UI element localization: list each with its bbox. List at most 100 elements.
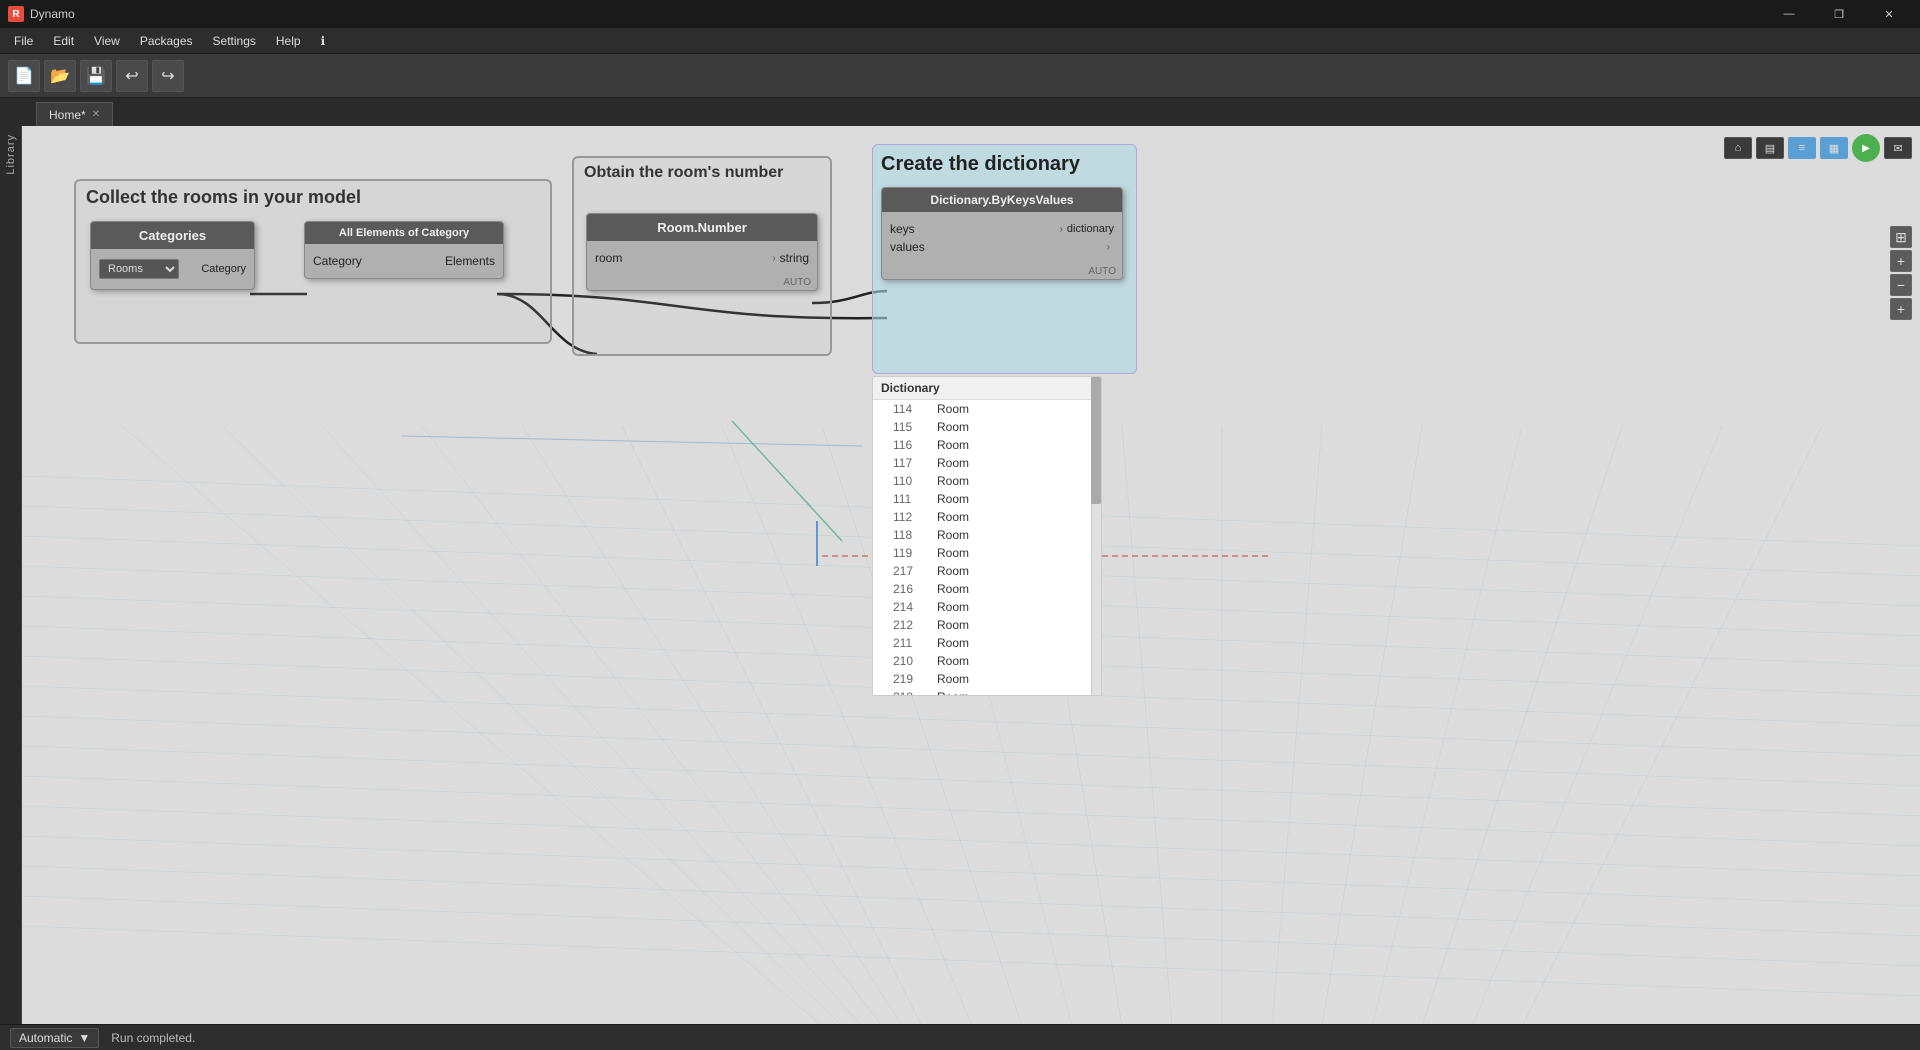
dict-row: 117Room <box>873 454 1101 472</box>
scrollbar-track[interactable] <box>1091 377 1101 695</box>
room-number-header: Room.Number <box>587 214 817 241</box>
window-controls: — ❐ ✕ <box>1766 0 1912 28</box>
run-mode-label: Automatic <box>19 1031 72 1045</box>
app-icon: R <box>8 6 24 22</box>
dict-value: Room <box>937 564 969 578</box>
dict-rows: 114Room115Room116Room117Room110Room111Ro… <box>873 400 1101 696</box>
run-mode-arrow: ▼ <box>78 1031 90 1045</box>
run-button[interactable]: ▶ <box>1852 134 1880 162</box>
room-number-body: room › string <box>587 241 817 275</box>
string-output-label: string <box>780 251 809 265</box>
minimize-button[interactable]: — <box>1766 0 1812 28</box>
dict-key: 110 <box>893 474 929 488</box>
zoom-fit-button[interactable]: ⊞ <box>1890 226 1912 248</box>
zoom-out-button[interactable]: − <box>1890 274 1912 296</box>
zoom-controls: ⊞ + − + <box>1890 226 1912 320</box>
categories-node[interactable]: Categories Rooms Category <box>90 221 255 290</box>
dict-row: 115 Room <box>873 418 1101 436</box>
rooms-dropdown[interactable]: Rooms <box>99 259 179 279</box>
dict-row: 211Room <box>873 634 1101 652</box>
dict-value: Room <box>937 546 969 560</box>
titlebar: R Dynamo — ❐ ✕ <box>0 0 1920 28</box>
obtain-group: Obtain the room's number Room.Number roo… <box>572 156 832 356</box>
all-elements-node[interactable]: All Elements of Category Category Elemen… <box>304 221 504 279</box>
menu-item-help[interactable]: Help <box>266 28 311 54</box>
dict-row: 217 Room <box>873 562 1101 580</box>
dict-value: Room <box>937 402 969 416</box>
zoom-in-button[interactable]: + <box>1890 250 1912 272</box>
dict-key: 119 <box>893 546 929 560</box>
menu-item-edit[interactable]: Edit <box>43 28 84 54</box>
room-number-footer: AUTO <box>587 275 817 290</box>
room-input-label: room <box>595 251 768 265</box>
categories-node-body: Rooms Category <box>91 249 254 289</box>
keys-port-row: keys › dictionary <box>890 222 1114 236</box>
dict-key: 116 <box>893 438 929 452</box>
dict-value: Room <box>937 690 969 696</box>
dict-key: 115 <box>893 420 929 434</box>
dict-bykeys-footer: AUTO <box>882 264 1122 279</box>
canvas-tool-1[interactable]: ⌂ <box>1724 137 1752 159</box>
dict-row: 112Room <box>873 508 1101 526</box>
tabbar: Home* ✕ <box>0 98 1920 126</box>
room-number-node[interactable]: Room.Number room › string AUTO <box>586 213 818 291</box>
close-button[interactable]: ✕ <box>1866 0 1912 28</box>
dict-row: 118Room <box>873 526 1101 544</box>
menu-item-packages[interactable]: Packages <box>130 28 203 54</box>
zoom-extra-button[interactable]: + <box>1890 298 1912 320</box>
room-arrow-icon: › <box>772 253 775 264</box>
elements-output-label: Elements <box>445 254 495 268</box>
menubar: FileEditViewPackagesSettingsHelpℹ <box>0 28 1920 54</box>
app-title: Dynamo <box>30 7 1766 21</box>
canvas-tool-grid[interactable]: ▦ <box>1820 137 1848 159</box>
values-arrow-icon: › <box>1107 242 1110 253</box>
undo-button[interactable]: ↩ <box>116 60 148 92</box>
dict-bykeys-header: Dictionary.ByKeysValues <box>882 188 1122 212</box>
dict-panel-header: Dictionary <box>873 377 1101 400</box>
dict-value: Room <box>937 474 969 488</box>
dict-value: Room <box>937 582 969 596</box>
dict-key: 214 <box>893 600 929 614</box>
dict-row: 111Room <box>873 490 1101 508</box>
menu-item-ℹ[interactable]: ℹ <box>311 28 336 54</box>
new-button[interactable]: 📄 <box>8 60 40 92</box>
dict-bykeys-node[interactable]: Dictionary.ByKeysValues keys › dictionar… <box>881 187 1123 280</box>
values-port-row: values › <box>890 240 1114 254</box>
dict-key: 212 <box>893 618 929 632</box>
run-icon: ▶ <box>1862 143 1870 154</box>
dict-key: 218 <box>893 690 929 696</box>
tab-close-icon[interactable]: ✕ <box>92 109 100 120</box>
restore-button[interactable]: ❐ <box>1816 0 1862 28</box>
sidebar-library-label[interactable]: Library <box>5 126 17 183</box>
menu-item-settings[interactable]: Settings <box>203 28 266 54</box>
open-button[interactable]: 📂 <box>44 60 76 92</box>
dict-key: 217 <box>893 564 929 578</box>
home-tab[interactable]: Home* ✕ <box>36 102 113 126</box>
keys-arrow-icon: › <box>1060 224 1063 235</box>
canvas-tool-list[interactable]: ≡ <box>1788 137 1816 159</box>
keys-input-label: keys <box>890 222 1056 236</box>
run-mode-dropdown[interactable]: Automatic ▼ <box>10 1028 99 1048</box>
run-status-text: Run completed. <box>111 1031 195 1045</box>
menu-item-file[interactable]: File <box>4 28 43 54</box>
dict-value: Room <box>937 600 969 614</box>
dict-key: 210 <box>893 654 929 668</box>
dict-value: Room <box>937 654 969 668</box>
all-elements-port-row: Category Elements <box>313 254 495 268</box>
canvas[interactable]: Collect the rooms in your model Categori… <box>22 126 1920 1024</box>
dict-value: Room <box>937 420 969 434</box>
redo-button[interactable]: ↪ <box>152 60 184 92</box>
scrollbar-thumb[interactable] <box>1091 377 1101 504</box>
dict-value: Room <box>937 456 969 470</box>
save-button[interactable]: 💾 <box>80 60 112 92</box>
canvas-tools: ⌂ ▤ ≡ ▦ ▶ ✉ <box>1724 134 1912 162</box>
canvas-tool-2[interactable]: ▤ <box>1756 137 1784 159</box>
obtain-group-title: Obtain the room's number <box>574 158 830 188</box>
dictionary-output-label: dictionary <box>1067 223 1114 235</box>
menu-item-view[interactable]: View <box>84 28 130 54</box>
notifications-button[interactable]: ✉ <box>1884 137 1912 159</box>
dict-key: 111 <box>893 492 929 506</box>
dict-key: 112 <box>893 510 929 524</box>
dict-key: 118 <box>893 528 929 542</box>
dict-value: Room <box>937 636 969 650</box>
